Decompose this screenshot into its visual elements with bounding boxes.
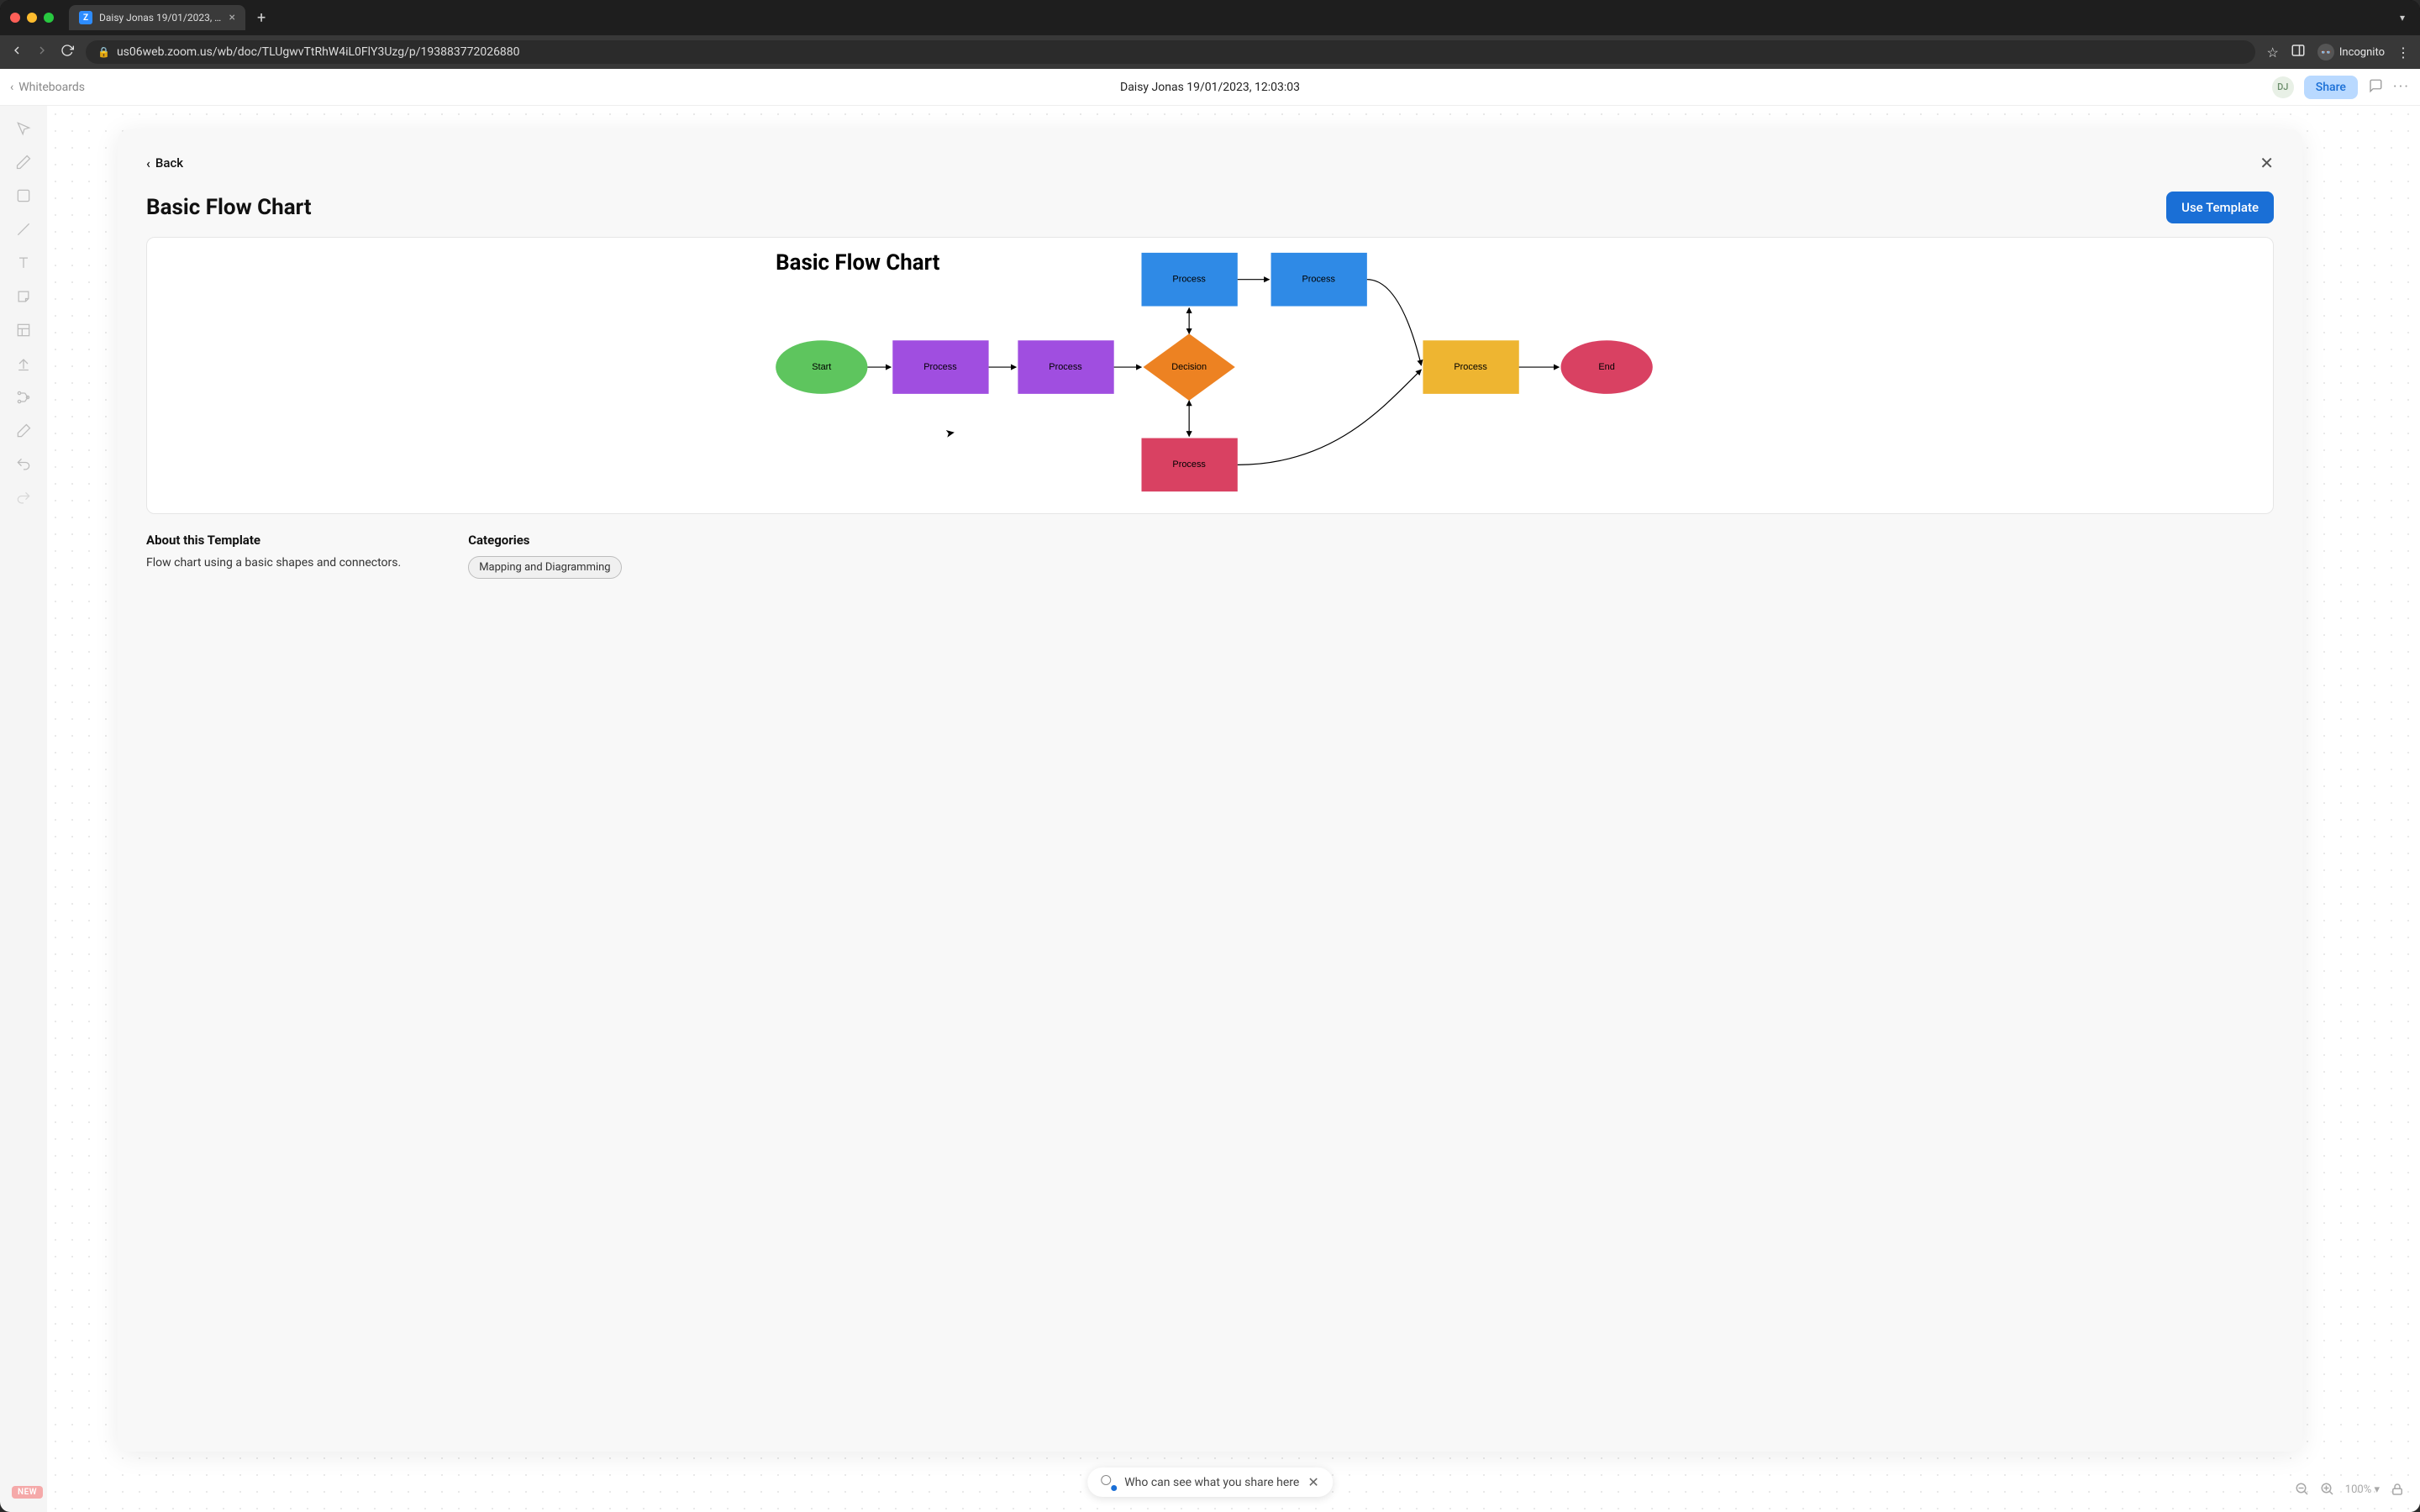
app-area: ‹ Whiteboards Daisy Jonas 19/01/2023, 12…	[0, 69, 2420, 1512]
categories-heading: Categories	[468, 533, 621, 548]
about-heading: About this Template	[146, 533, 401, 548]
user-avatar[interactable]: DJ	[2272, 76, 2294, 98]
modal-title: Basic Flow Chart	[146, 195, 312, 220]
about-section: About this Template Flow chart using a b…	[146, 533, 401, 579]
new-tab-button[interactable]: +	[252, 9, 271, 27]
tabs-dropdown-icon[interactable]: ▾	[2400, 12, 2410, 24]
svg-text:Process: Process	[1302, 275, 1335, 285]
urlbar-right: ☆ 👓 Incognito ⋮	[2267, 43, 2410, 61]
lock-icon: 🔒	[97, 46, 110, 58]
titlebar: Z Daisy Jonas 19/01/2023, 12:03 × + ▾	[0, 0, 2420, 35]
bookmark-star-icon[interactable]: ☆	[2267, 45, 2279, 60]
connector-tool[interactable]	[14, 388, 33, 407]
lock-view-icon[interactable]	[2390, 1482, 2405, 1497]
share-pill-close-icon[interactable]: ✕	[1307, 1474, 1318, 1490]
redo-tool[interactable]	[14, 489, 33, 507]
minimize-window-button[interactable]	[27, 13, 37, 23]
chevron-left-icon: ‹	[10, 81, 13, 94]
chevron-left-icon: ‹	[146, 155, 150, 171]
template-tool[interactable]	[14, 321, 33, 339]
use-template-button[interactable]: Use Template	[2166, 192, 2274, 223]
zoom-level[interactable]: 100% ▾	[2345, 1483, 2380, 1496]
flow-title: Basic Flow Chart	[776, 250, 940, 276]
more-menu-icon[interactable]: ···	[2393, 78, 2410, 96]
breadcrumb[interactable]: ‹ Whiteboards	[10, 81, 85, 94]
incognito-label: Incognito	[2339, 46, 2385, 59]
cursor-icon: ➤	[944, 426, 956, 441]
app-header: ‹ Whiteboards Daisy Jonas 19/01/2023, 12…	[0, 69, 2420, 106]
svg-text:Start: Start	[812, 362, 831, 372]
svg-text:Process: Process	[1172, 275, 1206, 285]
about-text: Flow chart using a basic shapes and conn…	[146, 556, 401, 570]
template-modal: ‹ Back ✕ Basic Flow Chart Use Template B…	[118, 129, 2302, 1452]
template-preview: Basic Flow Chart Start Process Process D…	[146, 237, 2274, 514]
left-toolbar	[0, 106, 47, 1512]
browser-tab[interactable]: Z Daisy Jonas 19/01/2023, 12:03 ×	[69, 5, 245, 30]
pen-tool[interactable]	[14, 153, 33, 171]
panel-icon[interactable]	[2291, 43, 2306, 61]
shape-tool[interactable]	[14, 186, 33, 205]
reload-button[interactable]	[60, 44, 74, 60]
select-tool[interactable]	[14, 119, 33, 138]
flowchart-svg: Basic Flow Chart Start Process Process D…	[147, 238, 2273, 513]
upload-tool[interactable]	[14, 354, 33, 373]
modal-back-button[interactable]: ‹ Back	[146, 155, 183, 171]
zoom-controls: 100% ▾	[2295, 1482, 2405, 1497]
url-bar: 🔒 us06web.zoom.us/wb/doc/TLUgwvTtRhW4iL0…	[0, 35, 2420, 69]
url-field[interactable]: 🔒 us06web.zoom.us/wb/doc/TLUgwvTtRhW4iL0…	[86, 40, 2255, 64]
sticky-note-tool[interactable]	[14, 287, 33, 306]
line-tool[interactable]	[14, 220, 33, 239]
nav-buttons	[10, 44, 74, 60]
svg-text:Decision: Decision	[1171, 362, 1207, 372]
comment-icon[interactable]	[2368, 78, 2383, 97]
incognito-badge[interactable]: 👓 Incognito	[2317, 44, 2385, 60]
modal-close-button[interactable]: ✕	[2260, 153, 2274, 173]
svg-text:Process: Process	[1454, 362, 1487, 372]
svg-text:Process: Process	[1172, 459, 1206, 470]
browser-window: Z Daisy Jonas 19/01/2023, 12:03 × + ▾ 🔒 …	[0, 0, 2420, 1512]
template-info: About this Template Flow chart using a b…	[146, 533, 2274, 579]
new-badge: NEW	[12, 1486, 43, 1499]
eraser-tool[interactable]	[14, 422, 33, 440]
svg-text:End: End	[1598, 362, 1614, 372]
share-button[interactable]: Share	[2304, 76, 2358, 99]
tab-title: Daisy Jonas 19/01/2023, 12:03	[99, 12, 223, 24]
share-pill-text: Who can see what you share here	[1124, 1476, 1299, 1489]
text-tool[interactable]	[14, 254, 33, 272]
svg-text:Process: Process	[923, 362, 957, 372]
breadcrumb-label: Whiteboards	[18, 81, 85, 94]
tab-close-icon[interactable]: ×	[229, 11, 235, 24]
svg-text:Process: Process	[1049, 362, 1082, 372]
url-text: us06web.zoom.us/wb/doc/TLUgwvTtRhW4iL0Fl…	[117, 45, 520, 59]
zoom-out-button[interactable]	[2295, 1482, 2310, 1497]
document-title: Daisy Jonas 19/01/2023, 12:03:03	[1120, 81, 1300, 94]
modal-back-label: Back	[155, 155, 183, 171]
person-share-icon	[1101, 1475, 1116, 1490]
forward-button[interactable]	[35, 44, 49, 60]
incognito-icon: 👓	[2317, 44, 2334, 60]
maximize-window-button[interactable]	[44, 13, 54, 23]
close-window-button[interactable]	[10, 13, 20, 23]
browser-menu-icon[interactable]: ⋮	[2396, 45, 2410, 60]
category-chip[interactable]: Mapping and Diagramming	[468, 556, 621, 579]
share-visibility-pill[interactable]: Who can see what you share here ✕	[1087, 1467, 1333, 1497]
undo-tool[interactable]	[14, 455, 33, 474]
zoom-favicon-icon: Z	[79, 11, 92, 24]
zoom-in-button[interactable]	[2320, 1482, 2335, 1497]
traffic-lights	[10, 13, 54, 23]
categories-section: Categories Mapping and Diagramming	[468, 533, 621, 579]
back-button[interactable]	[10, 44, 24, 60]
